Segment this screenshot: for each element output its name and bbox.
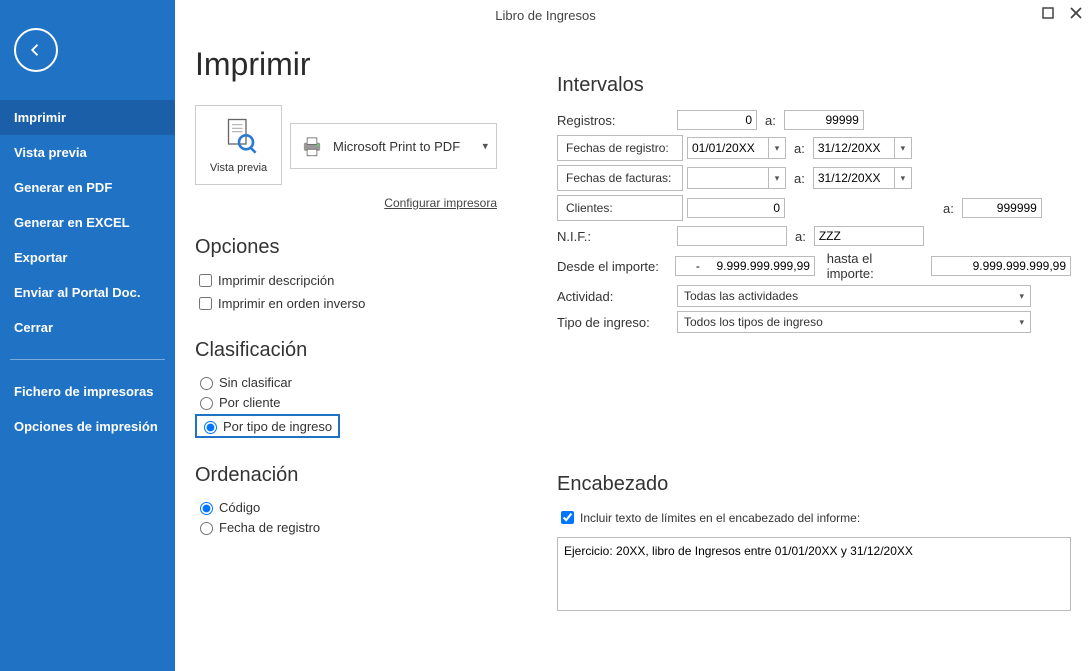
configurar-impresora-link[interactable]: Configurar impresora bbox=[384, 196, 497, 210]
orden-codigo[interactable]: Código bbox=[195, 499, 497, 515]
vista-previa-button[interactable]: Vista previa bbox=[195, 105, 282, 185]
ordenacion-heading: Ordenación bbox=[195, 464, 497, 487]
orden-fecha[interactable]: Fecha de registro bbox=[195, 519, 497, 535]
clasif-sin[interactable]: Sin clasificar bbox=[195, 374, 497, 390]
sidebar-item-pdf[interactable]: Generar en PDF bbox=[0, 170, 175, 205]
clientes-from-input[interactable] bbox=[687, 198, 785, 218]
clasificacion-heading: Clasificación bbox=[195, 339, 497, 362]
encabezado-heading: Encabezado bbox=[557, 473, 1071, 496]
printer-name: Microsoft Print to PDF bbox=[333, 139, 460, 154]
chevron-down-icon[interactable]: ▾ bbox=[894, 168, 911, 188]
importe-from-label: Desde el importe: bbox=[557, 259, 675, 274]
actividad-select[interactable]: Todas las actividades▾ bbox=[677, 285, 1031, 307]
fechas-facturas-to[interactable]: ▾ bbox=[813, 167, 912, 189]
sidebar-item-opciones-impresion[interactable]: Opciones de impresión bbox=[0, 409, 175, 444]
maximize-icon[interactable] bbox=[1039, 4, 1057, 22]
clientes-to-input[interactable] bbox=[962, 198, 1042, 218]
sidebar-item-portal[interactable]: Enviar al Portal Doc. bbox=[0, 275, 175, 310]
sidebar-item-excel[interactable]: Generar en EXCEL bbox=[0, 205, 175, 240]
close-icon[interactable] bbox=[1067, 4, 1085, 22]
fechas-facturas-from[interactable]: ▾ bbox=[687, 167, 786, 189]
chevron-down-icon: ▾ bbox=[1019, 317, 1024, 328]
opt-descripcion[interactable]: Imprimir descripción bbox=[195, 271, 497, 290]
fechas-registro-to[interactable]: ▾ bbox=[813, 137, 912, 159]
sidebar-item-fichero-impresoras[interactable]: Fichero de impresoras bbox=[0, 374, 175, 409]
sidebar-item-cerrar[interactable]: Cerrar bbox=[0, 310, 175, 345]
page-title: Imprimir bbox=[195, 46, 497, 83]
chevron-down-icon[interactable]: ▾ bbox=[768, 168, 785, 188]
importe-to-label: hasta el importe: bbox=[827, 251, 921, 281]
intervalos-heading: Intervalos bbox=[557, 74, 1071, 97]
tipo-ingreso-select[interactable]: Todos los tipos de ingreso▾ bbox=[677, 311, 1031, 333]
fechas-registro-from[interactable]: ▾ bbox=[687, 137, 786, 159]
actividad-label: Actividad: bbox=[557, 289, 677, 304]
sidebar-item-vista-previa[interactable]: Vista previa bbox=[0, 135, 175, 170]
clasif-tipo-ingreso[interactable]: Por tipo de ingreso bbox=[195, 414, 340, 438]
registros-from-input[interactable] bbox=[677, 110, 757, 130]
document-preview-icon bbox=[218, 116, 260, 158]
chevron-down-icon[interactable]: ▾ bbox=[768, 138, 785, 158]
nif-to-input[interactable] bbox=[814, 226, 924, 246]
sidebar: Imprimir Vista previa Generar en PDF Gen… bbox=[0, 0, 175, 671]
main-panel: Imprimir Vista previa bbox=[175, 0, 1091, 671]
chevron-down-icon[interactable]: ▾ bbox=[894, 138, 911, 158]
incluir-limites-checkbox[interactable]: Incluir texto de límites en el encabezad… bbox=[557, 508, 1071, 527]
tipo-ingreso-label: Tipo de ingreso: bbox=[557, 315, 677, 330]
chevron-down-icon: ▾ bbox=[1019, 291, 1024, 302]
sidebar-item-exportar[interactable]: Exportar bbox=[0, 240, 175, 275]
registros-to-input[interactable] bbox=[784, 110, 864, 130]
fechas-registro-button[interactable]: Fechas de registro: bbox=[557, 135, 683, 161]
fechas-facturas-button[interactable]: Fechas de facturas: bbox=[557, 165, 683, 191]
sidebar-item-imprimir[interactable]: Imprimir bbox=[0, 100, 175, 135]
back-button[interactable] bbox=[14, 28, 58, 72]
registros-label: Registros: bbox=[557, 113, 677, 128]
clasif-cliente[interactable]: Por cliente bbox=[195, 394, 497, 410]
opciones-heading: Opciones bbox=[195, 236, 497, 259]
opt-orden-inverso[interactable]: Imprimir en orden inverso bbox=[195, 294, 497, 313]
printer-selector[interactable]: Microsoft Print to PDF ▾ bbox=[290, 123, 497, 169]
importe-to-input[interactable] bbox=[931, 256, 1071, 276]
window-title: Libro de Ingresos bbox=[0, 0, 1091, 32]
printer-icon bbox=[299, 133, 325, 159]
chevron-down-icon: ▾ bbox=[482, 140, 488, 153]
importe-from-input[interactable] bbox=[675, 256, 815, 276]
encabezado-textarea[interactable] bbox=[557, 537, 1071, 611]
clientes-button[interactable]: Clientes: bbox=[557, 195, 683, 221]
nif-label: N.I.F.: bbox=[557, 229, 677, 244]
nif-from-input[interactable] bbox=[677, 226, 787, 246]
